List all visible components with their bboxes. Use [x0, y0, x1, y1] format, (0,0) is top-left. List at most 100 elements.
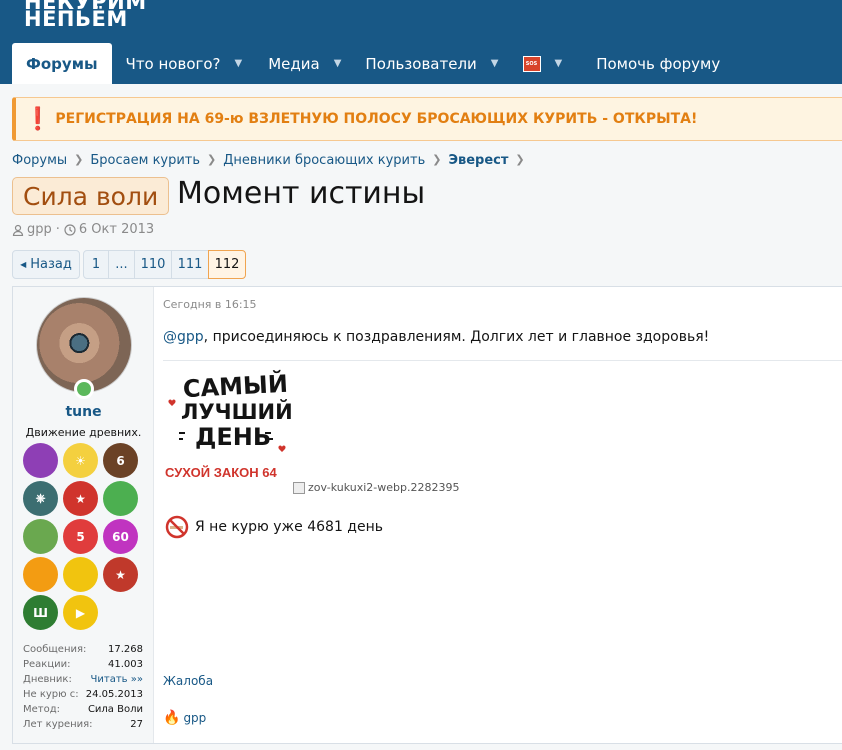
site-header: НЕКУРИМ НЕПЬЁМ Форумы Что нового? ▼ Меди…	[0, 0, 842, 84]
sticker-line-1: САМЫЙ	[182, 369, 288, 403]
no-smoking-icon	[165, 515, 189, 539]
nav-whats-new[interactable]: Что нового? ▼	[116, 43, 253, 84]
sticker-line-2: ЛУЧШИЙ	[181, 399, 293, 424]
sticker-caption: СУХОЙ ЗАКОН 64	[165, 465, 277, 480]
post-message: @gpp, присоединяюсь к поздравлениям. Дол…	[163, 329, 709, 345]
no-smoke-counter: Я не курю уже 4681 день	[165, 515, 383, 539]
breadcrumb-forums[interactable]: Форумы	[12, 153, 67, 168]
nav-whats-new-label: Что нового?	[125, 54, 221, 73]
broken-image[interactable]: zov-kukuxi2-webp.2282395	[293, 481, 459, 494]
nav-media-label: Медиа	[268, 54, 320, 73]
chevron-right-icon: ❯	[207, 153, 217, 166]
user-icon	[12, 224, 24, 236]
post-date[interactable]: Сегодня в 16:15	[163, 298, 257, 311]
trophy-badge-icon[interactable]: ★	[63, 481, 98, 516]
back-button[interactable]: ◀ Назад	[12, 250, 80, 279]
trophy-badge-icon[interactable]	[23, 443, 58, 478]
nav-media[interactable]: Медиа ▼	[258, 43, 351, 84]
sticker-line-3: ДЕНЬ	[195, 423, 271, 451]
post-body: Сегодня в 16:15 @gpp, присоединяюсь к по…	[163, 287, 842, 743]
no-smoke-text: Я не курю уже 4681 день	[195, 519, 383, 535]
stat-years: Лет курения: 27	[23, 717, 143, 732]
diary-link[interactable]: Читать »»	[91, 674, 143, 685]
meta-separator: ·	[55, 222, 60, 237]
reaction-bar[interactable]: 🔥 gpp	[163, 710, 206, 726]
page-112[interactable]: 112	[208, 250, 246, 279]
stat-value: Сила Воли	[87, 704, 143, 715]
fire-icon: 🔥	[163, 710, 181, 726]
stat-diary: Дневник: Читать »»	[23, 672, 143, 687]
stat-label: Метод:	[23, 704, 61, 715]
trophy-badge-icon[interactable]	[23, 519, 58, 554]
exclamation-icon: ❗	[24, 106, 52, 132]
page-110[interactable]: 110	[134, 250, 172, 279]
trophy-badge-icon[interactable]: ☀	[63, 443, 98, 478]
nav-members-label: Пользователи	[365, 54, 477, 73]
reaction-user[interactable]: gpp	[183, 711, 206, 725]
user-title: Движение древних.	[25, 426, 142, 439]
page-title: Момент истины	[177, 176, 426, 211]
chevron-left-icon: ◀	[20, 260, 27, 269]
pagination: 1 ... 110 111 112	[83, 250, 246, 279]
stat-value: 41.003	[108, 659, 143, 670]
page-111[interactable]: 111	[171, 250, 209, 279]
broken-image-alt: zov-kukuxi2-webp.2282395	[308, 481, 460, 494]
thread-author[interactable]: gpp	[27, 222, 52, 237]
trophy-badge-icon[interactable]: ★	[103, 557, 138, 592]
breadcrumb-diaries[interactable]: Дневники бросающих курить	[223, 153, 425, 168]
registration-notice: ❗ РЕГИСТРАЦИЯ НА 69-ю ВЗЛЕТНУЮ ПОЛОСУ БР…	[12, 97, 842, 141]
trophy-badge-icon[interactable]: ⎈	[23, 481, 58, 516]
stat-label: Реакции:	[23, 659, 71, 670]
trophy-badge-icon[interactable]: ▶	[63, 595, 98, 630]
nav-forums[interactable]: Форумы	[12, 43, 112, 84]
trophy-badge-icon[interactable]: 60	[103, 519, 138, 554]
page-ellipsis[interactable]: ...	[108, 250, 135, 279]
trophy-badge-icon[interactable]	[23, 557, 58, 592]
report-link[interactable]: Жалоба	[163, 674, 213, 688]
chevron-down-icon[interactable]: ▼	[491, 58, 499, 69]
nav-members[interactable]: Пользователи ▼	[355, 43, 508, 84]
trophy-badge-icon[interactable]: 5	[63, 519, 98, 554]
nav-sos[interactable]: SOS ▼	[513, 43, 573, 84]
breadcrumb: Форумы ❯ Бросаем курить ❯ Дневники броса…	[12, 153, 532, 168]
stat-value: 27	[130, 719, 143, 730]
thread-date[interactable]: 6 Окт 2013	[79, 222, 154, 237]
online-status-icon	[74, 379, 94, 399]
trophy-badge-icon[interactable]	[63, 557, 98, 592]
breadcrumb-quit-smoking[interactable]: Бросаем курить	[90, 153, 200, 168]
chevron-down-icon[interactable]: ▼	[555, 58, 563, 69]
stat-messages: Сообщения: 17.268	[23, 642, 143, 657]
stat-reactions: Реакции: 41.003	[23, 657, 143, 672]
stat-label: Не курю с:	[23, 689, 79, 700]
message-text: , присоединяюсь к поздравлениям. Долгих …	[203, 329, 710, 345]
back-label: Назад	[30, 257, 72, 272]
thread-meta: gpp · 6 Окт 2013	[12, 222, 154, 237]
page-1[interactable]: 1	[83, 250, 109, 279]
trophy-badge-icon[interactable]	[103, 481, 138, 516]
post: tune Движение древних. ☀ 6 ⎈ ★ 5 60 ★ Ш ▶ Сообще…	[12, 286, 842, 744]
stat-method: Метод: Сила Воли	[23, 702, 143, 717]
sos-icon: SOS	[522, 55, 541, 72]
stat-quit-date: Не курю с: 24.05.2013	[23, 687, 143, 702]
signature-divider	[163, 360, 842, 361]
main-nav: Форумы Что нового? ▼ Медиа ▼ Пользовател…	[12, 43, 730, 84]
stat-label: Дневник:	[23, 674, 72, 685]
chevron-down-icon[interactable]: ▼	[334, 58, 342, 69]
breadcrumb-everest[interactable]: Эверест	[448, 153, 508, 168]
stat-value: 24.05.2013	[85, 689, 143, 700]
user-mention[interactable]: @gpp	[163, 329, 204, 345]
stat-value: 17.268	[108, 644, 143, 655]
thread-prefix[interactable]: Сила воли	[12, 177, 170, 215]
trophy-badge-icon[interactable]: Ш	[23, 595, 58, 630]
trophy-badge-icon[interactable]: 6	[103, 443, 138, 478]
chevron-right-icon: ❯	[74, 153, 84, 166]
stat-label: Лет курения:	[23, 719, 93, 730]
nav-help-forum[interactable]: Помочь форуму	[586, 43, 730, 84]
username[interactable]: tune	[13, 404, 154, 420]
clock-icon	[64, 223, 76, 236]
site-logo[interactable]: НЕКУРИМ НЕПЬЁМ	[24, 0, 147, 30]
notice-text[interactable]: РЕГИСТРАЦИЯ НА 69-ю ВЗЛЕТНУЮ ПОЛОСУ БРОС…	[55, 111, 697, 127]
user-stats: Сообщения: 17.268 Реакции: 41.003 Дневник:…	[23, 642, 143, 732]
chevron-down-icon[interactable]: ▼	[235, 58, 243, 69]
broken-image-icon	[293, 481, 305, 494]
